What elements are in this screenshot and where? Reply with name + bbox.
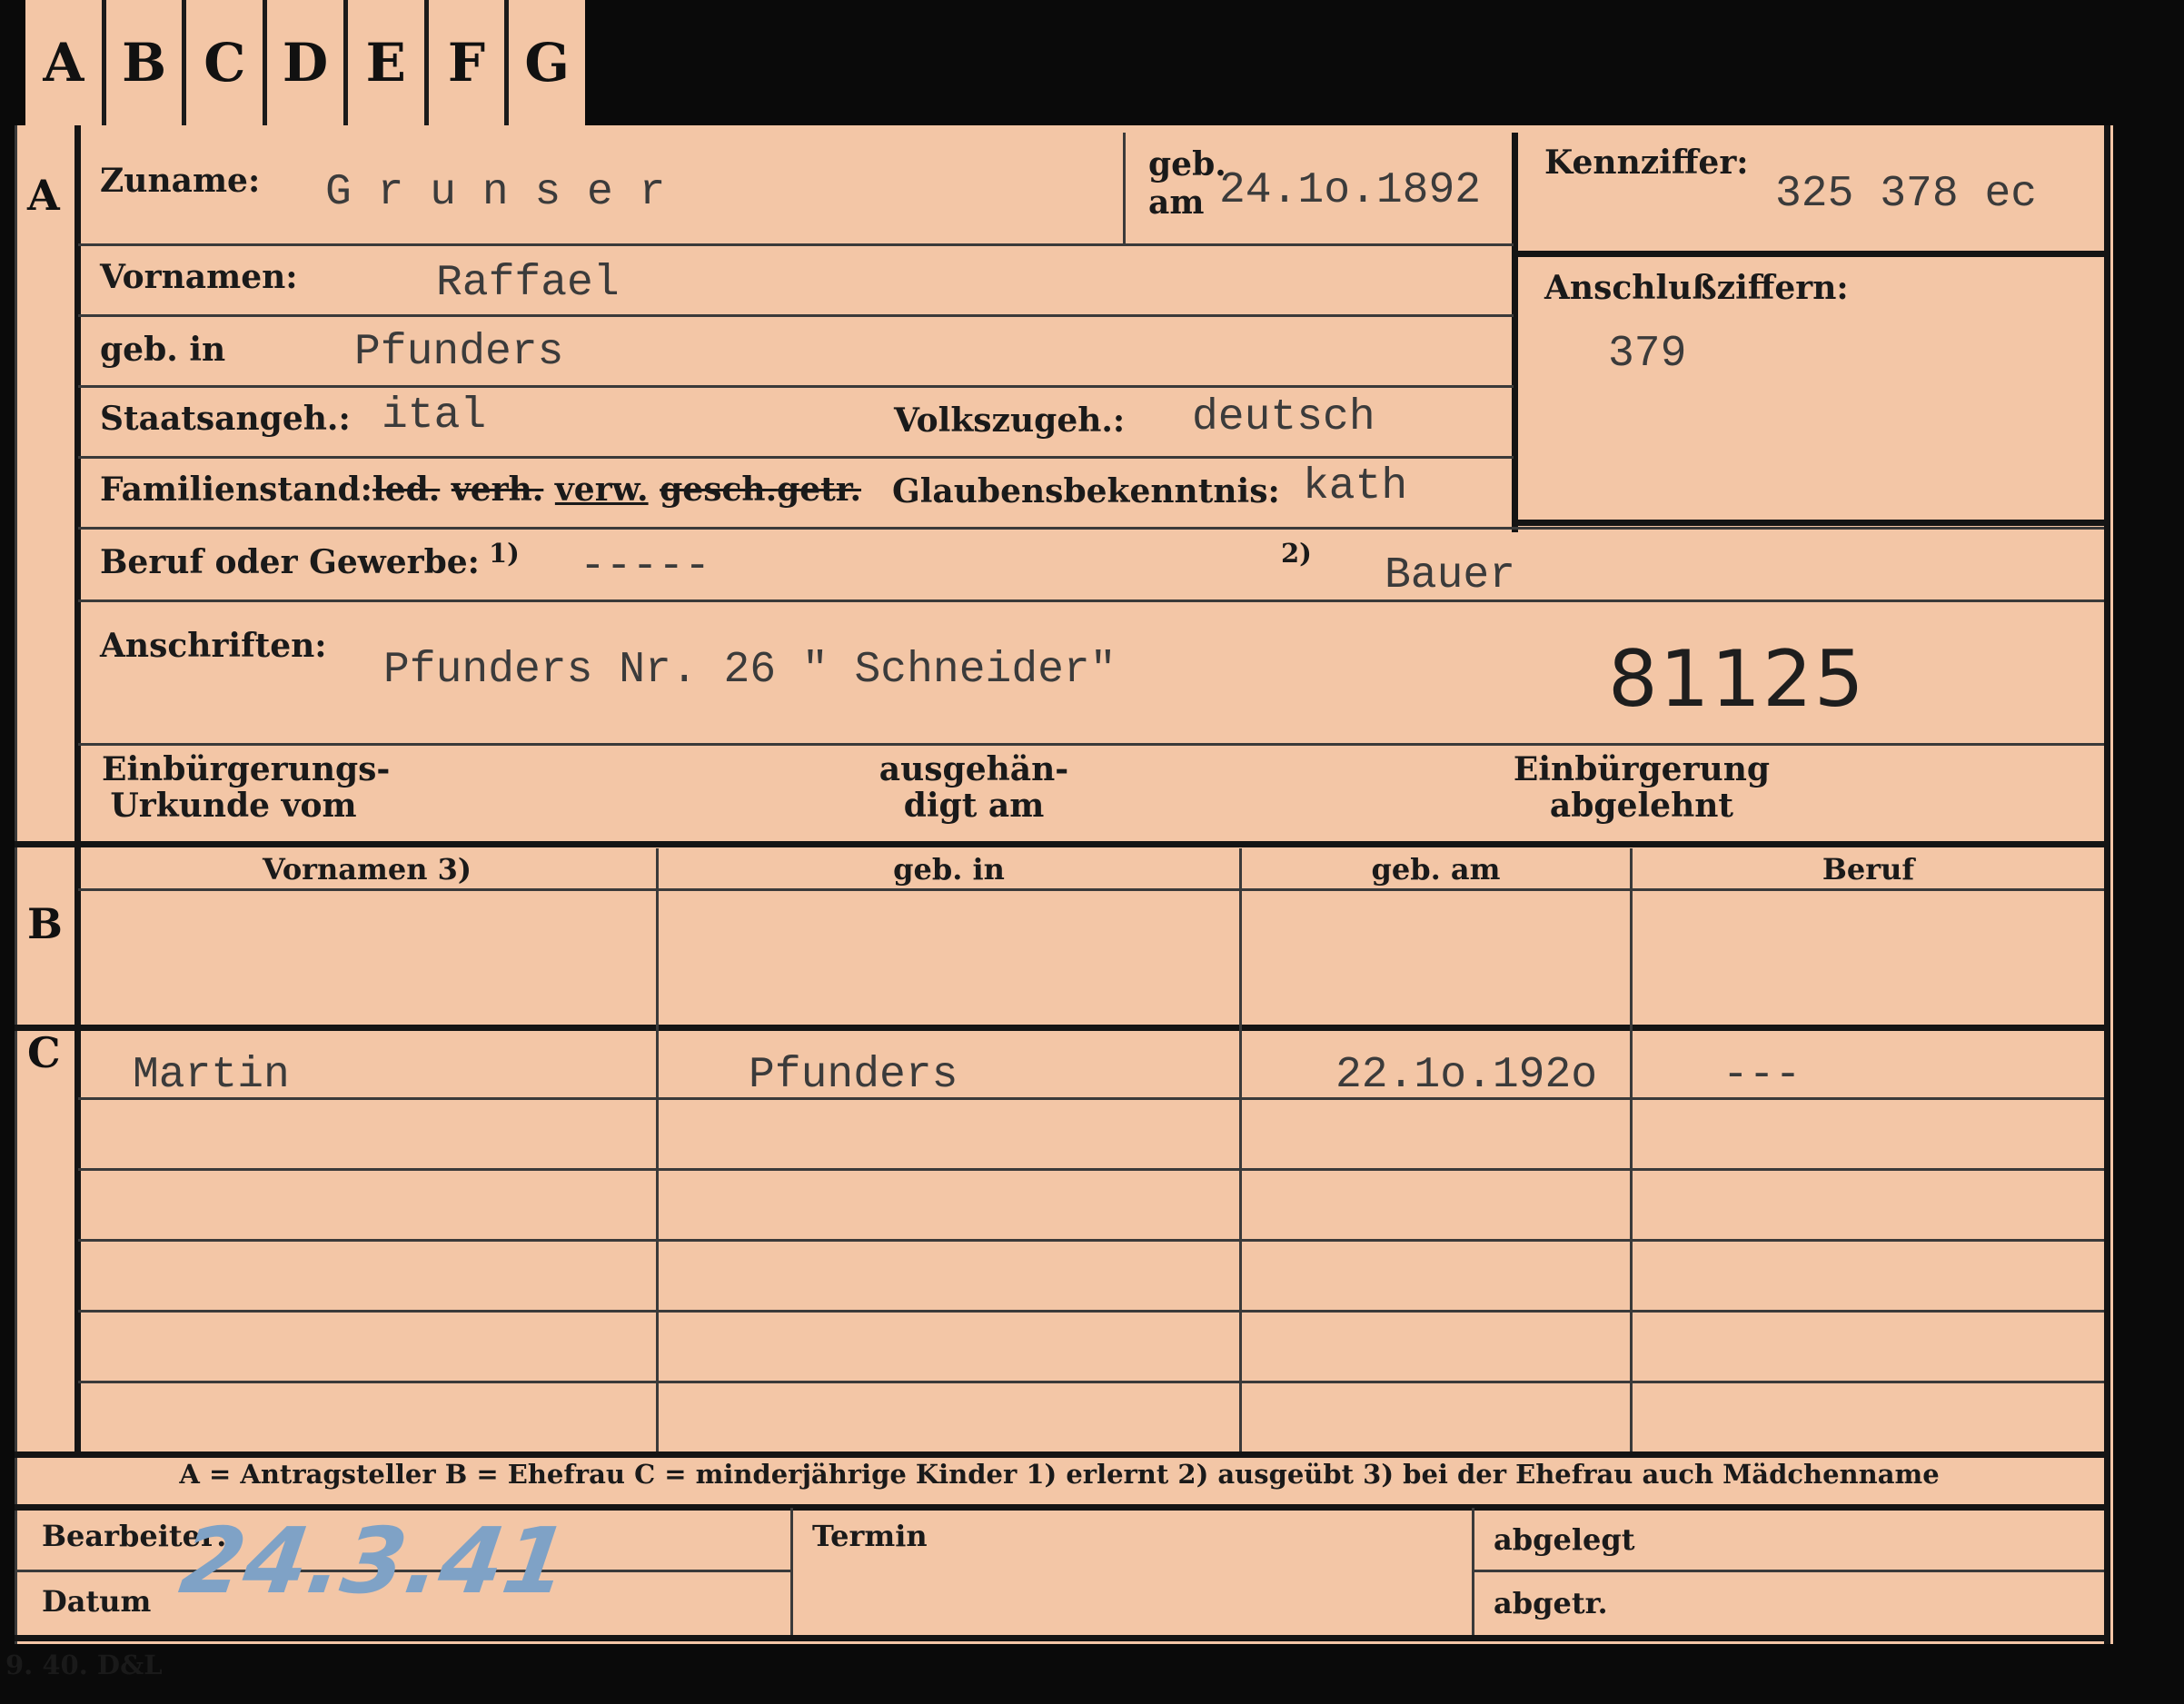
beruf-erlernt-value: ----- (580, 542, 711, 591)
geb-in-label: geb. in (100, 331, 226, 369)
einbuergerung-abgelehnt-label-line1: Einbürgerung (1513, 750, 1771, 788)
geb-am-value: 24.1o.1892 (1219, 166, 1482, 215)
familienstand-gesch: gesch. (660, 471, 778, 509)
col-header-geb-in: geb. in (893, 852, 1005, 887)
ausgehaendigt-label-line1: ausgehän- (879, 750, 1069, 788)
familienstand-ledig: led. (372, 471, 441, 509)
child-beruf: --- (1722, 1051, 1802, 1100)
tab-c: C (186, 0, 268, 125)
beruf-label: Beruf oder Gewerbe: (100, 543, 480, 581)
termin-label: Termin (812, 1519, 928, 1553)
tab-f: F (429, 0, 510, 125)
tab-d: D (267, 0, 348, 125)
staatsangeh-label: Staatsangeh.: (100, 400, 351, 438)
staatsangeh-value: ital (382, 391, 487, 441)
section-b-marker: B (27, 899, 63, 948)
familienstand-row: Familienstand:led. verh. verw. gesch.get… (100, 471, 862, 509)
section-a-marker: A (27, 171, 60, 220)
kennziffer-label: Kennziffer: (1544, 144, 1749, 182)
registration-card: A B C Zuname: G r u n s e r geb. am 24.1… (15, 125, 2113, 1644)
anschlussziffern-label: Anschlußziffern: (1544, 269, 1849, 307)
child-geb-am: 22.1o.192o (1335, 1051, 1598, 1100)
vornamen-value: Raffael (436, 259, 620, 308)
abgetr-label: abgetr. (1494, 1586, 1608, 1620)
col-header-geb-am: geb. am (1371, 852, 1501, 887)
index-tabs: A B C D E F G (25, 0, 585, 125)
einbuergerungsurkunde-label: Einbürgerungs- Urkunde vom (102, 750, 391, 825)
anschriften-value: Pfunders Nr. 26 " Schneider" (383, 646, 1117, 695)
vornamen-label: Vornamen: (100, 258, 298, 296)
einbuergerung-abgelehnt-label-line2: abgelehnt (1549, 786, 1734, 825)
geb-am-label-1: geb. (1148, 145, 1226, 183)
child-vorname: Martin (133, 1051, 290, 1100)
glaubensbekenntnis-label: Glaubensbekenntnis: (892, 472, 1280, 510)
familienstand-verh: verh. (451, 471, 544, 509)
glaubensbekenntnis-value: kath (1303, 462, 1408, 511)
zuname-value: G r u n s e r (325, 168, 666, 217)
handwritten-date: 24.3.41 (174, 1508, 575, 1614)
col-header-vornamen: Vornamen 3) (262, 852, 472, 887)
geb-in-value: Pfunders (354, 328, 564, 377)
zuname-label: Zuname: (100, 162, 261, 200)
tab-g: G (524, 32, 570, 94)
child-geb-in: Pfunders (749, 1051, 958, 1100)
kennziffer-value: 325 378 ec (1775, 170, 2038, 219)
einbuergerungsurkunde-label-line1: Einbürgerungs- (102, 750, 391, 788)
volkszugeh-value: deutsch (1192, 393, 1375, 442)
print-mark: 9. 40. D&L (5, 1650, 163, 1680)
ausgehaendigt-label: ausgehän- digt am (874, 750, 1074, 825)
tab-e: E (348, 0, 429, 125)
abgelegt-label: abgelegt (1494, 1522, 1635, 1557)
tab-a: A (25, 0, 106, 125)
familienstand-label: Familienstand: (100, 471, 372, 509)
anschriften-label: Anschriften: (100, 627, 327, 665)
beruf-ausgeuebt-value: Bauer (1385, 551, 1516, 600)
beruf-footnote-2: 2) (1281, 538, 1312, 569)
einbuergerung-abgelehnt-label: Einbürgerung abgelehnt (1510, 750, 1773, 825)
familienstand-getr: getr. (777, 471, 862, 509)
col-header-beruf: Beruf (1822, 852, 1915, 887)
anschlussziffern-value: 379 (1608, 330, 1687, 379)
geb-am-label-2: am (1148, 183, 1205, 222)
section-c-marker: C (27, 1028, 61, 1077)
beruf-footnote-1: 1) (489, 538, 520, 569)
ausgehaendigt-label-line2: digt am (903, 786, 1045, 825)
familienstand-verw: verw. (554, 471, 649, 509)
einbuergerungsurkunde-label-line2: Urkunde vom (110, 786, 357, 825)
legend-line: A = Antragsteller B = Ehefrau C = minder… (179, 1459, 1940, 1490)
tab-b: B (106, 0, 187, 125)
stamp-number: 81125 (1608, 634, 1866, 725)
volkszugeh-label: Volkszugeh.: (894, 401, 1126, 440)
datum-label: Datum (42, 1584, 152, 1619)
